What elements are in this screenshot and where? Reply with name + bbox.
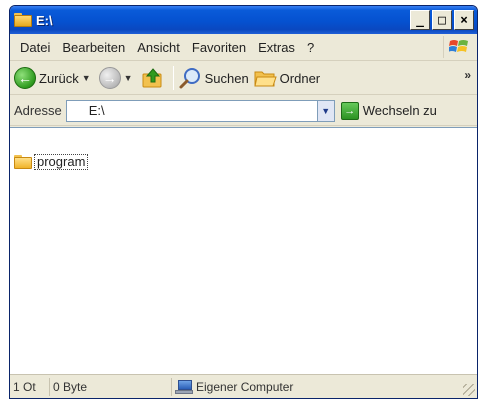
folders-icon bbox=[254, 71, 277, 87]
status-location-label: Eigener Computer bbox=[196, 379, 294, 394]
resize-grip[interactable] bbox=[463, 384, 475, 396]
menu-item-bearbeiten[interactable]: Bearbeiten bbox=[56, 40, 131, 55]
file-list-pane[interactable]: program bbox=[10, 127, 477, 374]
window-title: E:\ bbox=[36, 12, 53, 28]
menu-bar: Datei Bearbeiten Ansicht Favoriten Extra… bbox=[10, 34, 477, 61]
address-value: E:\ bbox=[88, 103, 105, 118]
address-dropdown-button[interactable]: ▼ bbox=[316, 99, 335, 122]
close-button[interactable]: × bbox=[454, 10, 474, 30]
list-item[interactable]: program bbox=[14, 154, 89, 170]
back-button[interactable]: ← Zurück ▼ bbox=[14, 67, 95, 89]
folder-up-icon bbox=[142, 68, 162, 88]
window-controls: _ □ × bbox=[410, 10, 474, 30]
go-arrow-icon: → bbox=[340, 101, 359, 120]
title-bar[interactable]: E:\ _ □ × bbox=[10, 6, 477, 34]
toolbar-more-chevron-icon[interactable]: » bbox=[464, 68, 471, 82]
forward-arrow-icon: → bbox=[98, 67, 121, 89]
forward-dropdown-icon[interactable]: ▼ bbox=[124, 73, 133, 83]
toolbar-separator bbox=[172, 66, 174, 90]
maximize-button[interactable]: □ bbox=[432, 10, 452, 30]
menu-item-favoriten[interactable]: Favoriten bbox=[186, 40, 252, 55]
status-location: Eigener Computer bbox=[172, 378, 462, 396]
up-button[interactable] bbox=[141, 66, 165, 90]
menu-item-help[interactable]: ? bbox=[301, 40, 314, 55]
folders-label: Ordner bbox=[279, 70, 321, 86]
back-dropdown-icon[interactable]: ▼ bbox=[82, 73, 91, 83]
forward-button[interactable]: → ▼ bbox=[98, 67, 137, 89]
computer-icon bbox=[175, 379, 193, 394]
search-button[interactable]: Suchen bbox=[178, 66, 249, 90]
explorer-window: E:\ _ □ × Datei Bearbeiten Ansicht Favor… bbox=[9, 5, 478, 399]
windows-logo-icon bbox=[443, 36, 473, 58]
search-icon bbox=[179, 68, 200, 89]
go-label: Wechseln zu bbox=[362, 103, 437, 118]
address-bar: Adresse E:\ ▼ → Wechseln zu bbox=[10, 96, 477, 126]
folders-button[interactable]: Ordner bbox=[253, 67, 320, 89]
status-size: 0 Byte bbox=[50, 377, 172, 396]
address-input[interactable]: E:\ bbox=[65, 99, 318, 122]
menu-item-extras[interactable]: Extras bbox=[252, 40, 301, 55]
back-label: Zurück bbox=[39, 70, 79, 86]
status-object-count: 1 Ot bbox=[10, 377, 50, 396]
list-item-label: program bbox=[34, 154, 89, 170]
folder-icon bbox=[14, 155, 32, 169]
toolbar: ← Zurück ▼ → ▼ Suchen Ordner » bbox=[10, 62, 477, 95]
status-bar: 1 Ot 0 Byte Eigener Computer bbox=[10, 374, 477, 398]
menu-item-ansicht[interactable]: Ansicht bbox=[131, 40, 186, 55]
folder-icon bbox=[14, 13, 32, 27]
go-button[interactable]: → Wechseln zu bbox=[340, 101, 437, 120]
back-arrow-icon: ← bbox=[14, 67, 36, 89]
search-label: Suchen bbox=[204, 70, 249, 86]
address-label: Adresse bbox=[14, 103, 62, 118]
minimize-button[interactable]: _ bbox=[410, 10, 430, 30]
menu-item-datei[interactable]: Datei bbox=[14, 40, 56, 55]
